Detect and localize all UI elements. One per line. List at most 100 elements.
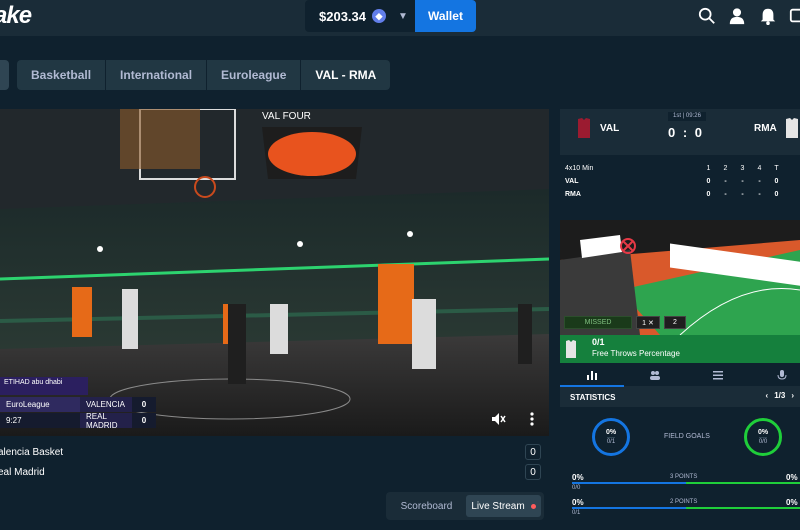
more-options-icon[interactable] bbox=[527, 411, 537, 427]
match-tracker: VAL 1st | 09:26 0 : 0 RMA 4x10 Min 1 2 3… bbox=[560, 109, 800, 530]
wallet-button[interactable]: Wallet bbox=[415, 0, 476, 32]
home-fg-pct: 0% bbox=[605, 429, 617, 436]
missed-badge: MISSED bbox=[564, 316, 632, 329]
quarter-label: 3 bbox=[740, 164, 745, 172]
stat-home-pct: 0% bbox=[572, 498, 584, 507]
stat-away-bar bbox=[686, 507, 800, 509]
player-jersey-icon bbox=[566, 340, 576, 358]
breadcrumb: Basketball International Euroleague VAL … bbox=[17, 60, 391, 90]
attempt-count: 2 bbox=[664, 316, 686, 329]
home-fg: 0/1 bbox=[606, 437, 616, 445]
quarter-score: - bbox=[724, 190, 727, 198]
quarter-label: T bbox=[774, 164, 779, 172]
ethereum-icon: ◆ bbox=[372, 9, 386, 23]
stat-home-bar bbox=[572, 507, 686, 509]
team-name: eal Madrid bbox=[0, 466, 45, 478]
search-icon[interactable] bbox=[698, 7, 716, 25]
back-button[interactable] bbox=[0, 60, 9, 90]
quarter-label: 1 bbox=[706, 164, 711, 172]
broadcast-home-team: VALENCIA bbox=[80, 397, 132, 412]
team-row-home: alencia Basket 0 bbox=[0, 442, 547, 462]
arena-sign: VAL FOUR bbox=[262, 111, 311, 122]
missed-count: 1 ✕ bbox=[636, 316, 660, 329]
chat-icon[interactable] bbox=[789, 7, 800, 25]
quarter-label: 4 bbox=[757, 164, 762, 172]
bell-icon[interactable] bbox=[759, 7, 777, 25]
quarter-score: - bbox=[741, 177, 744, 185]
quarter-score: - bbox=[758, 177, 761, 185]
broadcast-scoreboard: ETIHAD abu dhabi EuroLeague VALENCIA 0 9… bbox=[0, 377, 180, 430]
free-throw-label: Free Throws Percentage bbox=[592, 349, 680, 358]
scoreboard-header: VAL 1st | 09:26 0 : 0 RMA bbox=[560, 109, 800, 155]
breadcrumb-basketball[interactable]: Basketball bbox=[17, 60, 107, 90]
breadcrumb-match: VAL - RMA bbox=[315, 68, 377, 82]
stat-label: 3 POINTS bbox=[670, 474, 698, 480]
home-jersey-icon bbox=[578, 118, 590, 138]
lineup-icon[interactable] bbox=[712, 369, 724, 381]
quarter-label: 2 bbox=[723, 164, 728, 172]
balance-dropdown[interactable]: $203.34 ◆ ▼ bbox=[305, 0, 415, 32]
game-format: 4x10 Min bbox=[565, 164, 594, 172]
stat-bar-row: 0% 3 POINTS 0% 0/0 bbox=[572, 473, 800, 491]
quarter-row: RMA 0 - - - 0 bbox=[565, 188, 790, 200]
quarter-score: 0 bbox=[706, 177, 711, 185]
away-field-goal-ring: 0% 0/0 bbox=[744, 418, 782, 456]
commentary-icon[interactable] bbox=[776, 369, 788, 381]
scoreboard-tab[interactable]: Scoreboard bbox=[389, 495, 464, 517]
quarter-score: 0 bbox=[706, 190, 711, 198]
team-row-away: eal Madrid 0 bbox=[0, 462, 547, 482]
quarter-score: - bbox=[741, 190, 744, 198]
logo[interactable]: ake bbox=[0, 2, 32, 30]
video-player[interactable]: VAL FOUR ETIHAD abu dhabi EuroLeague VAL… bbox=[0, 109, 549, 436]
away-jersey-icon bbox=[786, 118, 798, 138]
broadcast-league: EuroLeague bbox=[0, 397, 80, 412]
mute-icon[interactable] bbox=[490, 411, 506, 427]
user-icon[interactable] bbox=[728, 7, 746, 25]
balance-amount: $203.34 bbox=[319, 8, 366, 24]
event-info: 0/1 Free Throws Percentage bbox=[560, 335, 800, 363]
statistics-title: STATISTICS bbox=[570, 392, 616, 402]
stat-away-pct: 0% bbox=[786, 473, 798, 482]
quarter-header-row: 4x10 Min 1 2 3 4 T bbox=[565, 162, 790, 174]
field-goals-label: FIELD GOALS bbox=[664, 433, 710, 440]
home-field-goal-ring: 0% 0/1 bbox=[592, 418, 630, 456]
team-name: alencia Basket bbox=[0, 446, 64, 458]
broadcast-away-team: REAL MADRID bbox=[80, 412, 132, 430]
chevron-left-icon[interactable]: ‹ bbox=[766, 391, 769, 400]
page-indicator: 1/3 bbox=[774, 391, 786, 400]
stat-bar-row: 0% 2 POINTS 0% 0/1 bbox=[572, 498, 800, 516]
match-teams: alencia Basket 0 eal Madrid 0 bbox=[0, 438, 549, 486]
top-bar: ake $203.34 ◆ ▼ Wallet bbox=[0, 0, 800, 36]
statistics-header: STATISTICS ‹ 1/3 › bbox=[560, 387, 800, 407]
tracker-tabs bbox=[560, 365, 800, 387]
players-icon[interactable] bbox=[649, 369, 661, 381]
quarter-score: 0 bbox=[774, 190, 779, 198]
stat-away-pct: 0% bbox=[786, 498, 798, 507]
quarter-row-team: RMA bbox=[565, 190, 581, 198]
away-fg-pct: 0% bbox=[757, 429, 769, 436]
quarter-score: - bbox=[758, 190, 761, 198]
team-score: 0 bbox=[525, 444, 541, 460]
period-clock: 1st | 09:26 bbox=[668, 112, 706, 121]
free-throw-value: 0/1 bbox=[592, 337, 605, 347]
stat-away-bar bbox=[686, 482, 800, 484]
home-team-abbr: VAL bbox=[600, 123, 620, 134]
quarter-score: 0 bbox=[774, 177, 779, 185]
quarter-score: - bbox=[724, 177, 727, 185]
stats-icon[interactable] bbox=[586, 369, 598, 381]
broadcast-away-score: 0 bbox=[132, 413, 156, 428]
chevron-right-icon[interactable]: › bbox=[791, 391, 794, 400]
live-dot-icon bbox=[530, 503, 536, 509]
away-fg: 0/0 bbox=[758, 437, 768, 445]
statistics-pager: ‹ 1/3 › bbox=[766, 391, 794, 400]
team-score: 0 bbox=[525, 464, 541, 480]
breadcrumb-international[interactable]: International bbox=[106, 60, 208, 90]
quarter-row-team: VAL bbox=[565, 177, 579, 185]
stat-home-value: 0/1 bbox=[572, 510, 581, 516]
stat-label: 2 POINTS bbox=[670, 499, 698, 505]
quarter-row: VAL 0 - - - 0 bbox=[565, 175, 790, 187]
away-team-abbr: RMA bbox=[754, 123, 777, 134]
stat-home-pct: 0% bbox=[572, 473, 584, 482]
live-stream-tab[interactable]: Live Stream bbox=[466, 495, 541, 517]
breadcrumb-euroleague[interactable]: Euroleague bbox=[207, 60, 302, 90]
